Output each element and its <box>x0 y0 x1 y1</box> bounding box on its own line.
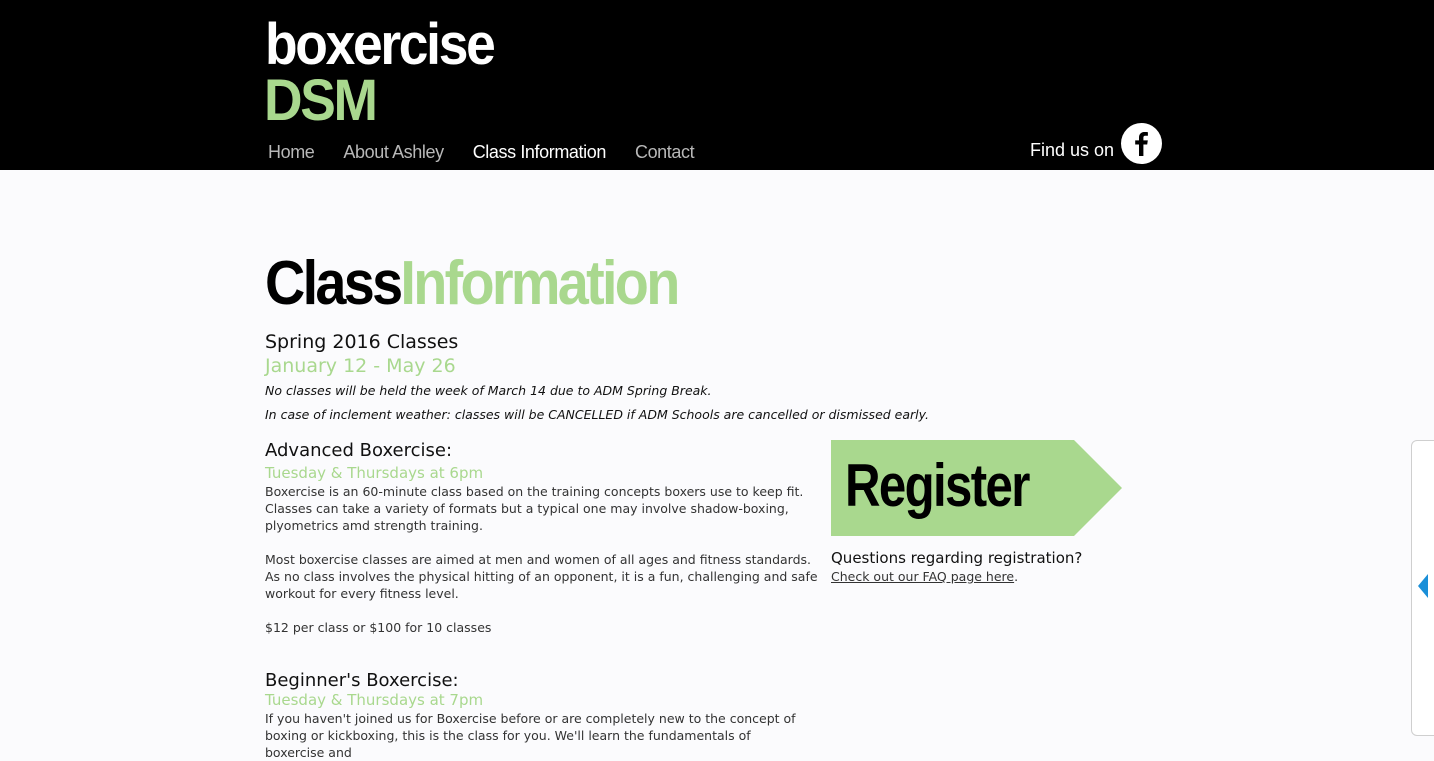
facebook-icon <box>1135 132 1148 156</box>
site-header: boxercise DSM Home About Ashley Class In… <box>0 0 1434 170</box>
advanced-class-title: Advanced Boxercise: <box>265 440 453 461</box>
advanced-price: $12 per class or $100 for 10 classes <box>265 620 492 635</box>
page-title-part1: Class <box>265 249 403 318</box>
register-arrow-shape <box>831 440 1122 536</box>
logo-text-dsm[interactable]: DSM <box>264 66 378 136</box>
nav-contact[interactable]: Contact <box>635 140 695 164</box>
find-us-label: Find us on <box>1030 140 1115 160</box>
weather-note: In case of inclement weather: classes wi… <box>265 407 930 422</box>
registration-question: Questions regarding registration? <box>831 549 1083 567</box>
main-nav: Home About Ashley Class Information Cont… <box>268 140 723 164</box>
faq-link[interactable]: Check out our FAQ page here <box>831 569 1014 584</box>
beginner-description: If you haven't joined us for Boxercise b… <box>265 711 796 760</box>
register-button[interactable] <box>831 440 1123 536</box>
chevron-left-icon <box>1418 574 1428 598</box>
nav-home[interactable]: Home <box>268 140 315 164</box>
page-title: ClassInformation <box>265 248 680 320</box>
nav-class-information[interactable]: Class Information <box>473 140 607 164</box>
side-panel-tab[interactable] <box>1411 440 1434 736</box>
spring-break-note: No classes will be held the week of Marc… <box>265 383 712 398</box>
beginner-class-time: Tuesday & Thursdays at 7pm <box>265 691 484 709</box>
beginner-class-title: Beginner's Boxercise: <box>265 670 459 691</box>
season-dates: January 12 - May 26 <box>265 355 456 377</box>
advanced-class-time: Tuesday & Thursdays at 6pm <box>265 464 484 482</box>
faq-suffix: . <box>1014 569 1019 584</box>
season-heading: Spring 2016 Classes <box>265 331 459 353</box>
advanced-audience: Most boxercise classes are aimed at men … <box>265 552 818 601</box>
faq-line: Check out our FAQ page here. <box>831 568 1018 586</box>
nav-about-ashley[interactable]: About Ashley <box>343 140 444 164</box>
facebook-link[interactable] <box>1121 123 1162 164</box>
advanced-description: Boxercise is an 60-minute class based on… <box>265 484 804 533</box>
page-title-part2: Information <box>400 249 680 318</box>
